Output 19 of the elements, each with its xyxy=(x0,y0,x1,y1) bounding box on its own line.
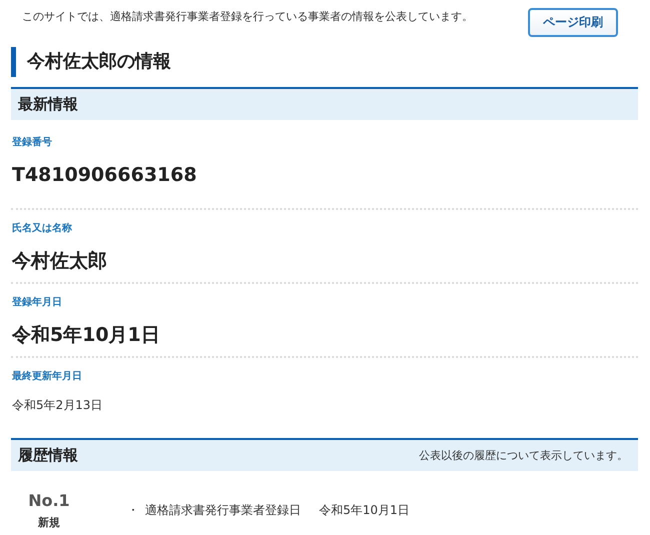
field-label: 登録年月日 xyxy=(12,296,63,310)
bullet-mark: ・ xyxy=(127,502,139,519)
field-value: 令和5年2月13日 xyxy=(12,397,104,413)
section-title: 最新情報 xyxy=(18,95,78,114)
field-label: 登録番号 xyxy=(12,136,53,150)
intro-text: このサイトでは、適格請求書発行事業者登録を行っている事業者の情報を公表しています。 xyxy=(22,9,473,24)
field-label: 最終更新年月日 xyxy=(12,370,83,384)
entry-label: 適格請求書発行事業者登録日 xyxy=(145,502,301,519)
field-label: 氏名又は名称 xyxy=(12,222,73,236)
section-note: 公表以後の履歴について表示しています。 xyxy=(419,448,628,463)
section-title: 履歴情報 xyxy=(18,446,78,465)
print-button[interactable]: ページ印刷 xyxy=(528,8,618,37)
field-value: 令和5年10月1日 xyxy=(12,323,161,347)
field-value: 今村佐太郎 xyxy=(12,249,108,273)
page-title: 今村佐太郎の情報 xyxy=(11,47,638,77)
entry-date: 令和5年10月1日 xyxy=(319,502,410,519)
entry-number: No.1 xyxy=(28,491,70,510)
entry-type: 新規 xyxy=(38,515,60,530)
field-value: T4810906663168 xyxy=(12,163,198,187)
